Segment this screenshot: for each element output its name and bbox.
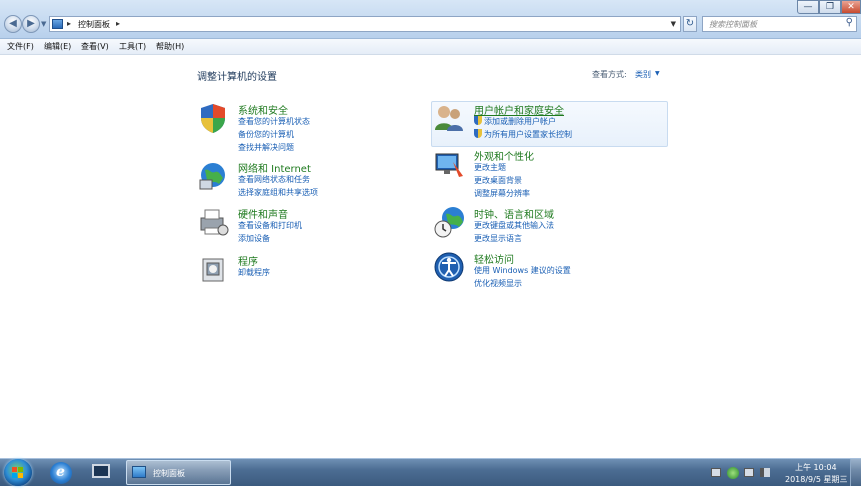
menu-file[interactable]: 文件(F) <box>7 41 34 52</box>
view-by-dropdown[interactable]: 类别 <box>635 69 651 80</box>
arrow-left-icon: ◀ <box>9 18 17 29</box>
windows-logo-icon <box>12 467 23 478</box>
action-center-icon[interactable] <box>727 467 739 479</box>
link-desktop-background[interactable]: 更改桌面背景 <box>474 175 522 186</box>
programs-icon[interactable] <box>197 253 229 285</box>
link-view-computer-status[interactable]: 查看您的计算机状态 <box>238 116 310 127</box>
menu-view[interactable]: 查看(V) <box>81 41 109 52</box>
link-parental-controls[interactable]: 为所有用户设置家长控制 <box>474 129 572 140</box>
link-screen-resolution[interactable]: 调整屏幕分辨率 <box>474 188 530 199</box>
refresh-button[interactable]: ↻ <box>683 16 697 32</box>
menu-help[interactable]: 帮助(H) <box>156 41 184 52</box>
forward-button[interactable]: ▶ <box>22 15 40 33</box>
search-icon[interactable]: ⚲ <box>846 17 853 28</box>
chevron-down-icon[interactable]: ▼ <box>671 20 676 28</box>
link-devices-printers[interactable]: 查看设备和打印机 <box>238 220 302 231</box>
link-backup-computer[interactable]: 备份您的计算机 <box>238 129 294 140</box>
users-icon[interactable] <box>433 102 465 134</box>
page-title: 调整计算机的设置 <box>197 72 277 83</box>
control-panel-icon <box>132 466 146 478</box>
link-change-theme[interactable]: 更改主题 <box>474 162 506 173</box>
monitor-icon[interactable] <box>92 464 110 478</box>
category-title[interactable]: 时钟、语言和区域 <box>474 206 554 221</box>
network-globe-icon[interactable] <box>197 160 229 192</box>
recent-pages-dropdown[interactable]: ▼ <box>41 20 46 28</box>
chevron-right-icon[interactable]: ▸ <box>67 19 71 28</box>
category-title[interactable]: 外观和个性化 <box>474 148 534 163</box>
keyboard-tray-icon[interactable] <box>711 468 721 477</box>
taskbar-control-panel[interactable]: 控制面板 <box>126 460 231 485</box>
appearance-icon[interactable] <box>433 148 465 180</box>
link-uninstall-program[interactable]: 卸载程序 <box>238 267 270 278</box>
search-input[interactable]: 搜索控制面板 <box>709 19 757 30</box>
category-title[interactable]: 系统和安全 <box>238 102 288 117</box>
category-title[interactable]: 轻松访问 <box>474 251 514 266</box>
volume-icon[interactable] <box>760 468 770 477</box>
view-by-label: 查看方式: <box>592 70 627 79</box>
link-homegroup-sharing[interactable]: 选择家庭组和共享选项 <box>238 187 318 198</box>
link-add-remove-user[interactable]: 添加或删除用户帐户 <box>474 116 556 127</box>
link-change-input-method[interactable]: 更改键盘或其他输入法 <box>474 220 554 231</box>
clock-date[interactable]: 2018/9/5 星期三 <box>785 474 847 485</box>
link-optimize-video-display[interactable]: 优化视频显示 <box>474 278 522 289</box>
category-title[interactable]: 用户帐户和家庭安全 <box>474 102 564 117</box>
menu-bar: 文件(F) 编辑(E) 查看(V) 工具(T) 帮助(H) <box>0 39 861 55</box>
link-text: 为所有用户设置家长控制 <box>484 130 572 139</box>
breadcrumb-control-panel[interactable]: 控制面板 <box>78 19 110 30</box>
address-bar[interactable]: ▸ 控制面板 ▸ ▼ <box>49 16 681 32</box>
back-button[interactable]: ◀ <box>4 15 22 33</box>
link-recommended-settings[interactable]: 使用 Windows 建议的设置 <box>474 265 571 276</box>
minimize-button[interactable]: — <box>797 0 819 14</box>
printer-icon[interactable] <box>197 206 229 238</box>
internet-explorer-icon[interactable]: e <box>50 462 72 484</box>
chevron-down-icon[interactable]: ▼ <box>655 70 660 77</box>
link-add-device[interactable]: 添加设备 <box>238 233 270 244</box>
clock-time[interactable]: 上午 10:04 <box>795 462 837 473</box>
network-tray-icon[interactable] <box>744 468 754 477</box>
start-button[interactable] <box>4 459 32 486</box>
uac-shield-icon <box>474 129 482 138</box>
menu-tools[interactable]: 工具(T) <box>119 41 146 52</box>
category-title[interactable]: 网络和 Internet <box>238 160 311 175</box>
maximize-button[interactable]: ❐ <box>819 0 841 14</box>
clock-globe-icon[interactable] <box>433 206 465 238</box>
ease-of-access-icon[interactable] <box>433 251 465 283</box>
menu-edit[interactable]: 编辑(E) <box>44 41 71 52</box>
link-change-display-language[interactable]: 更改显示语言 <box>474 233 522 244</box>
arrow-right-icon: ▶ <box>27 18 35 29</box>
link-text: 添加或删除用户帐户 <box>484 117 556 126</box>
shield-icon[interactable] <box>197 102 229 134</box>
control-panel-content: 调整计算机的设置 查看方式: 类别 ▼ 系统和安全 查看您的计算机状态 备份您的… <box>0 55 861 457</box>
title-bar: ◀ ▶ ▼ ▸ 控制面板 ▸ ▼ ↻ 搜索控制面板 ⚲ — ❐ ✕ <box>0 0 861 39</box>
taskbar-window-title: 控制面板 <box>153 469 185 478</box>
chevron-right-icon[interactable]: ▸ <box>116 19 120 28</box>
category-title[interactable]: 程序 <box>238 253 258 268</box>
search-box[interactable]: 搜索控制面板 ⚲ <box>702 16 857 32</box>
category-title[interactable]: 硬件和声音 <box>238 206 288 221</box>
taskbar: e 控制面板 上午 10:04 2018/9/5 星期三 <box>0 458 861 486</box>
refresh-icon: ↻ <box>685 18 695 29</box>
show-desktop-button[interactable] <box>850 459 861 486</box>
control-panel-icon <box>52 19 63 29</box>
link-troubleshoot[interactable]: 查找并解决问题 <box>238 142 294 153</box>
close-button[interactable]: ✕ <box>841 0 861 14</box>
link-network-status[interactable]: 查看网络状态和任务 <box>238 174 310 185</box>
uac-shield-icon <box>474 116 482 125</box>
